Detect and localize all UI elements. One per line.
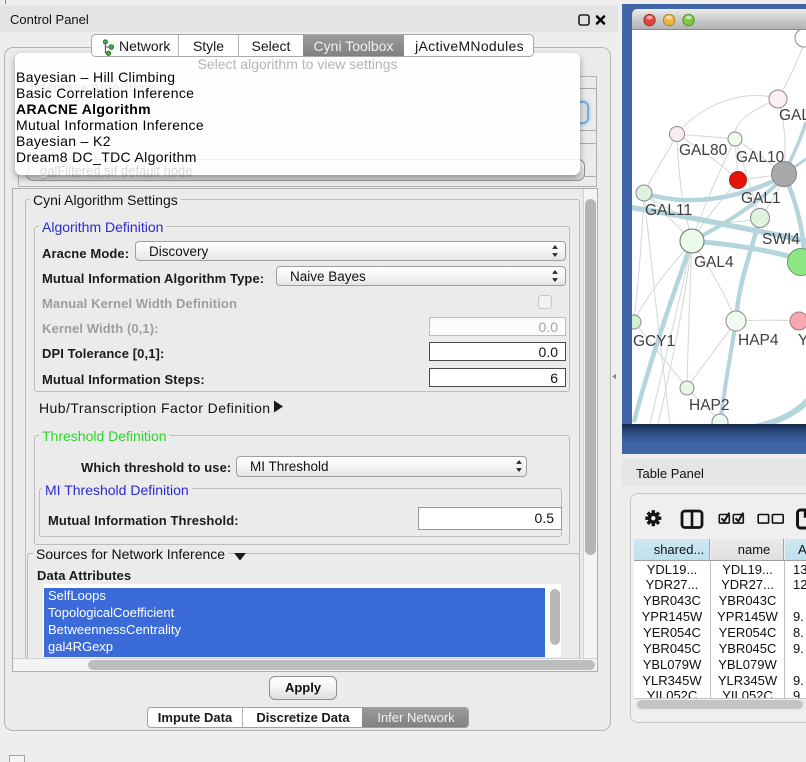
svg-text:HAP2: HAP2 xyxy=(689,397,730,414)
svg-text:GAL4: GAL4 xyxy=(694,254,734,271)
svg-text:GAL10: GAL10 xyxy=(736,149,785,166)
svg-text:GAL80: GAL80 xyxy=(679,142,728,159)
svg-text:GAL2: GAL2 xyxy=(779,107,806,124)
svg-text:Y: Y xyxy=(798,332,806,349)
svg-text:HAP4: HAP4 xyxy=(738,332,779,349)
svg-text:GCY1: GCY1 xyxy=(633,333,675,350)
svg-text:GAL1: GAL1 xyxy=(741,190,781,207)
svg-text:GAL11: GAL11 xyxy=(645,202,692,219)
svg-text:SWI4: SWI4 xyxy=(762,231,800,248)
